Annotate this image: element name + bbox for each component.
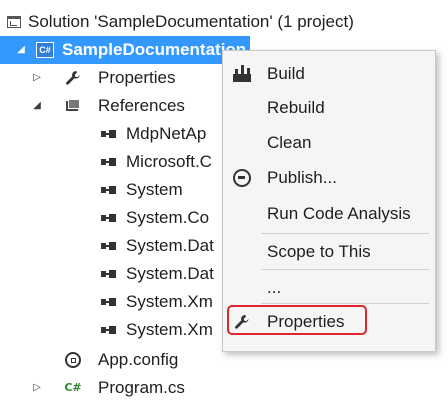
- tree-row-project[interactable]: ◢ C# SampleDocumentation: [0, 36, 250, 64]
- assembly-icon: [98, 204, 120, 232]
- tree-item-label: System.Xm: [126, 320, 213, 339]
- menu-item-label: Scope to This: [267, 242, 371, 261]
- tree-item-label: Properties: [98, 68, 176, 87]
- menu-item-more[interactable]: ...: [223, 273, 435, 303]
- tree-item-label: Program.cs: [98, 378, 185, 397]
- tree-item-label: System.Dat: [126, 236, 214, 255]
- csharp-project-icon: C#: [34, 36, 56, 64]
- tree-row-program-cs[interactable]: ▷ C# Program.cs: [0, 374, 448, 402]
- menu-item-build[interactable]: Build: [223, 59, 435, 89]
- properties-highlight-box: [227, 305, 367, 335]
- menu-separator: [261, 233, 429, 234]
- tree-item-label: References: [98, 96, 185, 115]
- assembly-icon: [98, 260, 120, 288]
- wrench-icon: [62, 64, 84, 92]
- menu-item-label: Clean: [267, 133, 312, 152]
- tree-item-label: System.Co: [126, 208, 210, 227]
- menu-item-publish[interactable]: Publish...: [223, 163, 435, 193]
- menu-item-run-code-analysis[interactable]: Run Code Analysis: [223, 199, 435, 229]
- tree-item-label: System.Dat: [126, 264, 214, 283]
- references-icon: [62, 92, 84, 120]
- menu-item-label: Run Code Analysis: [267, 204, 411, 223]
- tree-item-label: System: [126, 180, 183, 199]
- tree-item-label: MdpNetAp: [126, 124, 207, 143]
- tree-item-label: Microsoft.C: [126, 152, 212, 171]
- tree-item-label: System.Xm: [126, 292, 213, 311]
- publish-icon: [231, 168, 253, 188]
- config-icon: [62, 346, 84, 374]
- menu-item-label: Build: [267, 64, 305, 83]
- build-icon: [231, 64, 253, 84]
- expanded-arrow-icon[interactable]: ◢: [14, 36, 28, 64]
- project-label: SampleDocumentation: [62, 40, 247, 59]
- menu-separator: [261, 303, 429, 304]
- assembly-icon: [98, 316, 120, 344]
- menu-item-clean[interactable]: Clean: [223, 128, 435, 158]
- collapsed-arrow-icon[interactable]: ▷: [30, 374, 44, 402]
- assembly-icon: [98, 176, 120, 204]
- menu-item-scope-to-this[interactable]: Scope to This: [223, 237, 435, 267]
- solution-icon: [3, 8, 25, 36]
- csharp-file-icon: C#: [64, 381, 82, 394]
- expanded-arrow-icon[interactable]: ◢: [30, 92, 44, 120]
- context-menu: Build Rebuild Clean Publish... Run Code …: [222, 50, 436, 352]
- assembly-icon: [98, 120, 120, 148]
- tree-row-solution[interactable]: Solution 'SampleDocumentation' (1 projec…: [0, 8, 448, 36]
- solution-label: Solution 'SampleDocumentation' (1 projec…: [28, 12, 354, 31]
- menu-item-label: Publish...: [267, 168, 337, 187]
- menu-item-label: ...: [267, 278, 282, 297]
- menu-separator: [261, 269, 429, 270]
- menu-item-rebuild[interactable]: Rebuild: [223, 93, 435, 123]
- assembly-icon: [98, 148, 120, 176]
- assembly-icon: [98, 288, 120, 316]
- assembly-icon: [98, 232, 120, 260]
- collapsed-arrow-icon[interactable]: ▷: [30, 64, 44, 92]
- menu-item-label: Rebuild: [267, 98, 325, 117]
- tree-item-label: App.config: [98, 350, 179, 369]
